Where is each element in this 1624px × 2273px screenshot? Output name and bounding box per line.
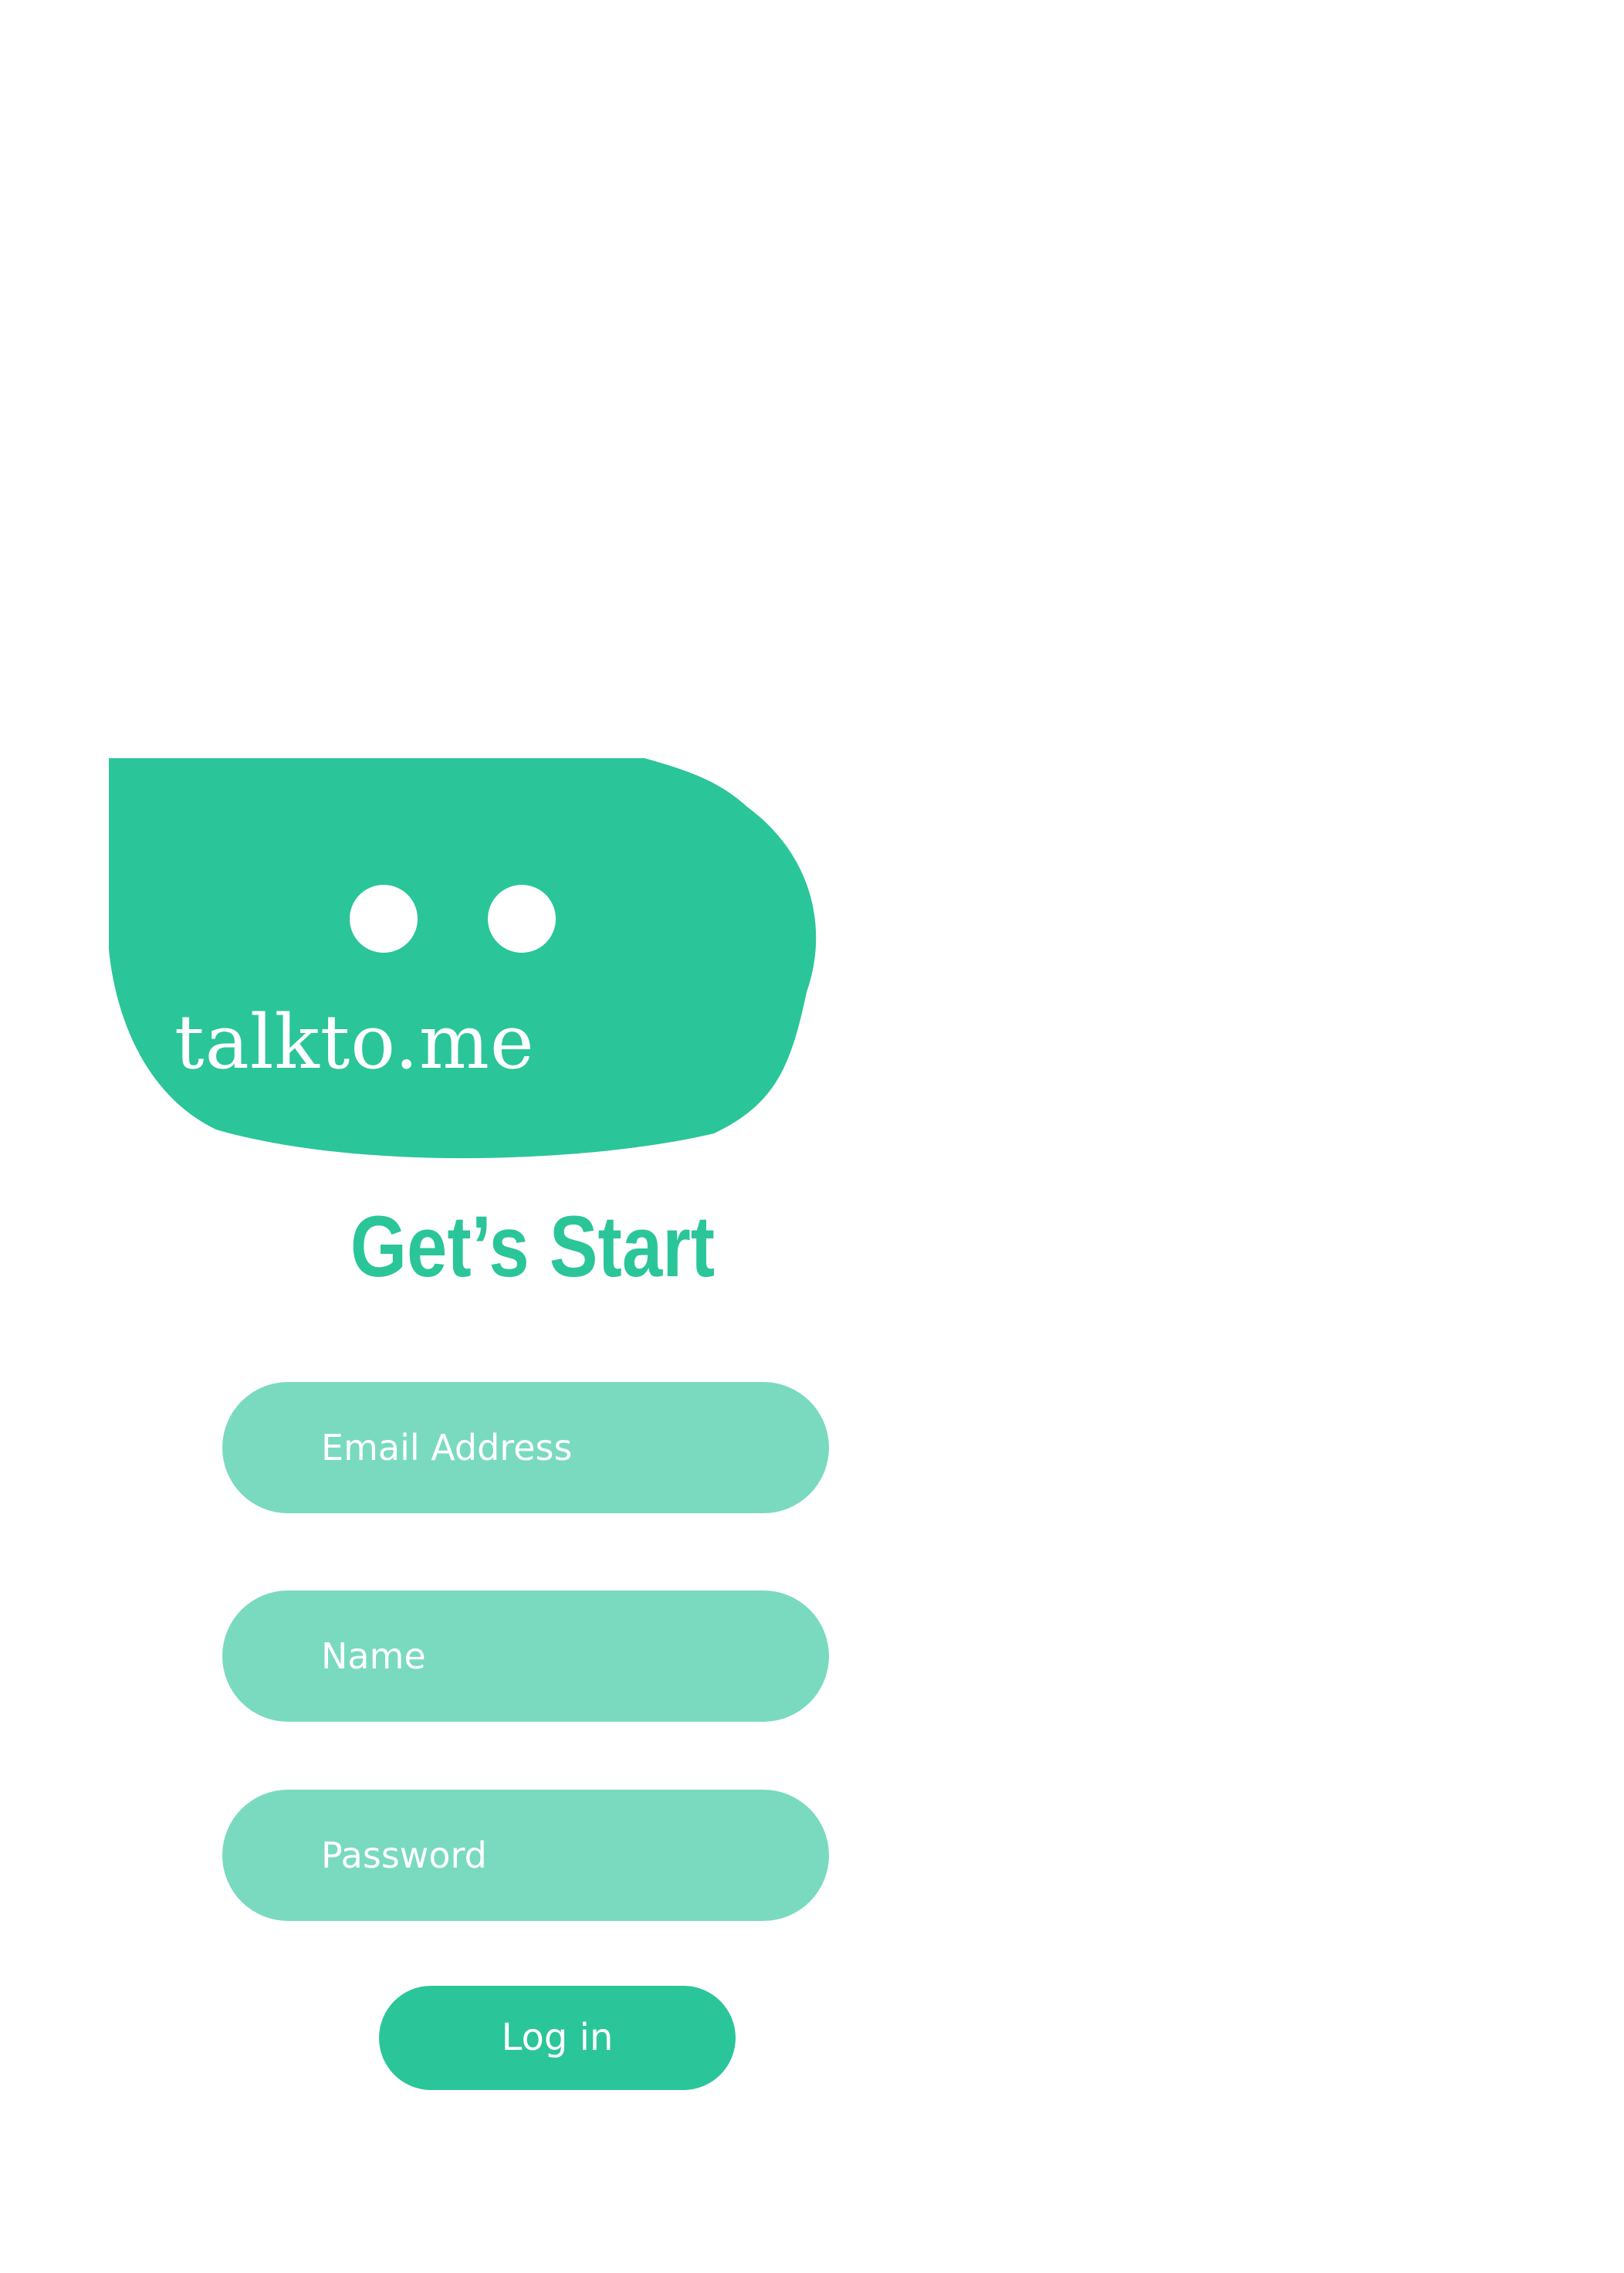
speech-bubble-shape [109,758,817,1159]
right-eye-icon [488,885,556,953]
page-title: Get’s Start [350,1198,716,1295]
password-field[interactable] [222,1790,829,1921]
login-button[interactable]: Log in [379,1986,736,2090]
name-field[interactable] [222,1590,829,1722]
logo-speech-bubble [109,758,817,1159]
name-input[interactable] [321,1635,798,1677]
left-eye-icon [350,885,418,953]
email-field[interactable] [222,1382,829,1513]
password-input[interactable] [321,1834,798,1876]
brand-name: talkto.me [174,999,535,1086]
email-input[interactable] [321,1427,798,1468]
